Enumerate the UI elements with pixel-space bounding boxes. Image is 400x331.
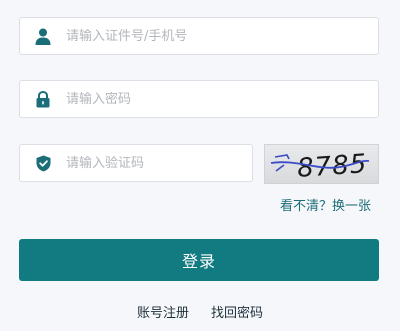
captcha-noise-line [275, 164, 285, 172]
forgot-password-link[interactable]: 找回密码 [211, 302, 263, 321]
captcha-noise-line [274, 154, 290, 160]
password-field[interactable] [19, 80, 379, 118]
user-icon [33, 26, 53, 46]
captcha-input[interactable] [66, 155, 252, 171]
register-link[interactable]: 账号注册 [137, 302, 189, 321]
lock-icon [33, 89, 53, 109]
password-input[interactable] [66, 91, 378, 107]
footer-links: 账号注册 找回密码 [0, 302, 400, 321]
username-input[interactable] [66, 28, 378, 44]
refresh-captcha-link[interactable]: 看不清？换一张 [280, 195, 371, 214]
login-button[interactable]: 登录 [19, 239, 379, 281]
captcha-text: 8785 [296, 149, 368, 183]
captcha-field[interactable] [19, 144, 253, 182]
captcha-image[interactable]: 8785 [264, 144, 379, 184]
shield-check-icon [33, 153, 53, 173]
username-field[interactable] [19, 17, 379, 55]
